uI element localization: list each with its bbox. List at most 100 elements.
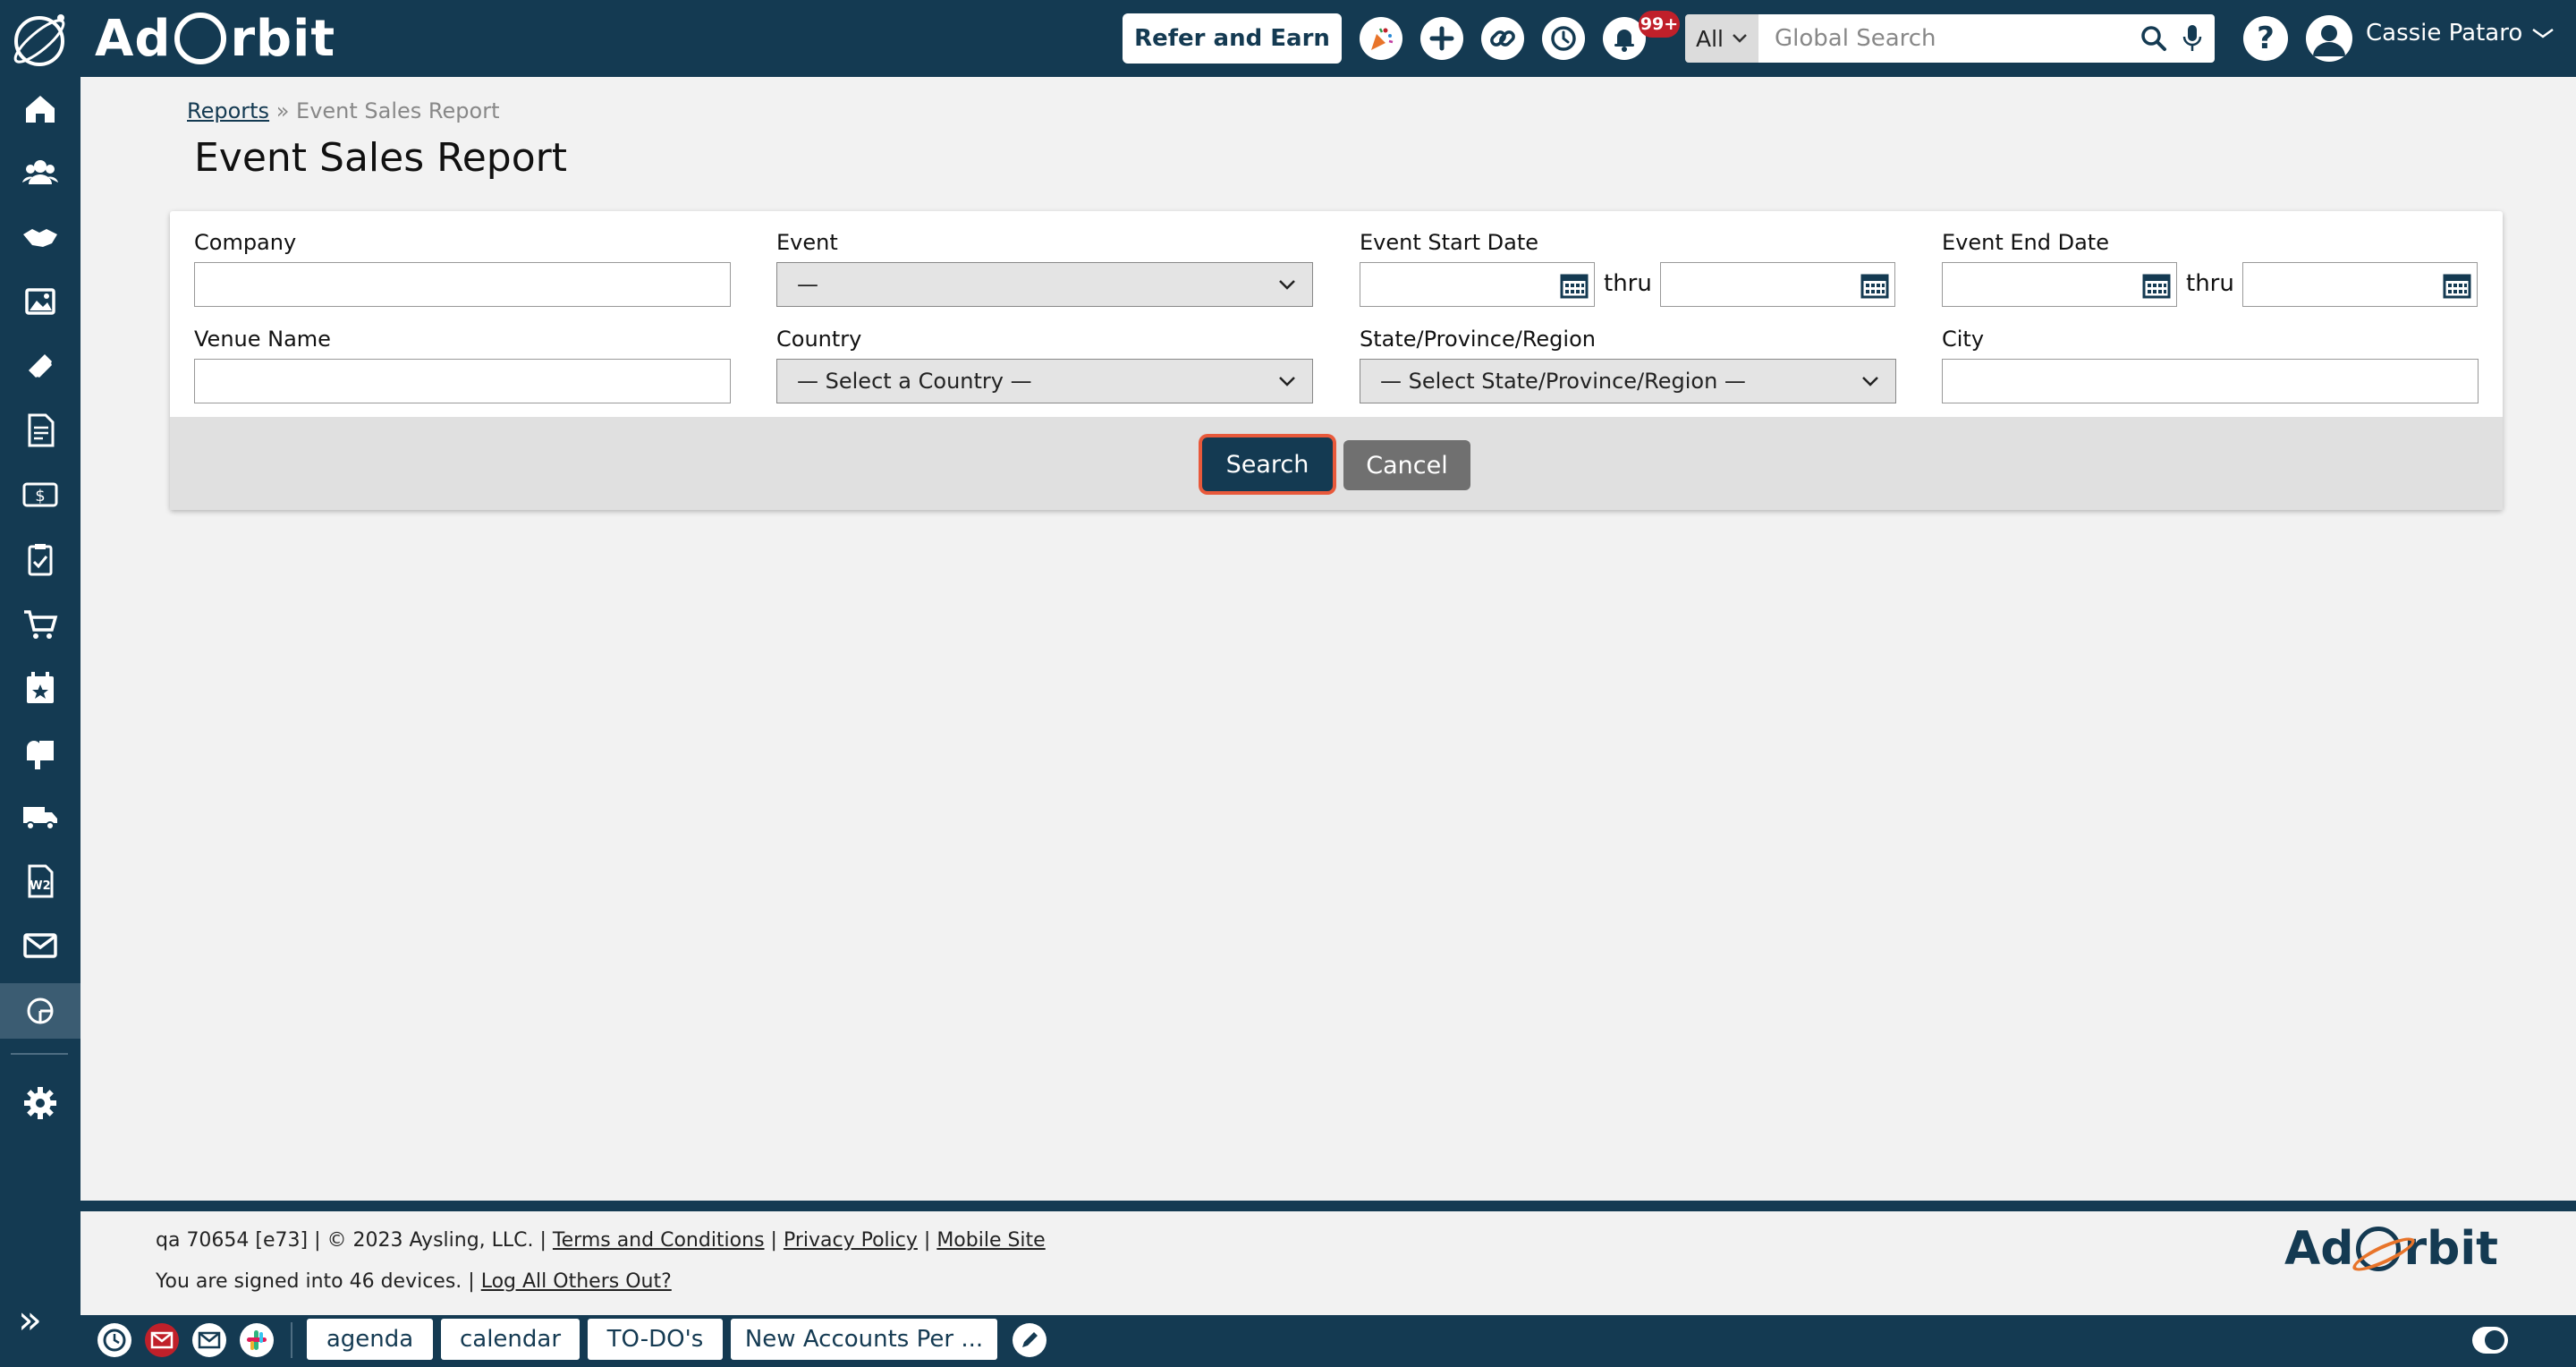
sidebar-item-contacts[interactable] xyxy=(0,146,80,200)
celebration-icon[interactable] xyxy=(1360,17,1402,60)
orbit-logo-icon[interactable] xyxy=(7,9,72,70)
city-input[interactable] xyxy=(1942,359,2479,403)
footer-links-line: qa 70654 [e73] | © 2023 Aysling, LLC. | … xyxy=(156,1229,1046,1252)
event-start-date-from-input[interactable] xyxy=(1360,262,1595,307)
cancel-button[interactable]: Cancel xyxy=(1343,440,1470,490)
form-actions-bar xyxy=(170,417,2503,510)
breadcrumb: Reports » Event Sales Report xyxy=(187,98,499,123)
microphone-icon[interactable] xyxy=(2181,23,2204,54)
search-icon[interactable] xyxy=(2140,24,2168,53)
state-select[interactable]: — Select State/Province/Region — xyxy=(1360,359,1896,403)
sidebar-item-tickets[interactable] xyxy=(0,339,80,393)
country-select-value: — Select a Country — xyxy=(797,369,1032,394)
link-icon[interactable] xyxy=(1481,17,1524,60)
edit-pencil-icon[interactable] xyxy=(1013,1323,1046,1357)
sidebar-item-reports[interactable] xyxy=(0,983,80,1039)
ticket-icon xyxy=(29,354,52,378)
add-icon[interactable] xyxy=(1420,17,1463,60)
search-button[interactable]: Search xyxy=(1202,437,1333,491)
sidebar-item-email[interactable] xyxy=(0,919,80,972)
taskbar-tab-agenda[interactable]: agenda xyxy=(307,1319,433,1360)
svg-text:W2: W2 xyxy=(30,879,50,893)
slack-icon[interactable] xyxy=(240,1323,274,1357)
breadcrumb-reports-link[interactable]: Reports xyxy=(187,98,269,123)
global-search-input[interactable] xyxy=(1775,16,2132,61)
company-input[interactable] xyxy=(194,262,731,307)
shopping-cart-icon xyxy=(24,610,58,639)
company-label: Company xyxy=(194,230,297,255)
privacy-link[interactable]: Privacy Policy xyxy=(784,1229,918,1252)
mail-alert-icon[interactable] xyxy=(145,1323,179,1357)
event-label: Event xyxy=(776,230,838,255)
thru-label: thru xyxy=(2186,270,2234,297)
calendar-icon[interactable] xyxy=(2443,272,2471,299)
page-footer: qa 70654 [e73] | © 2023 Aysling, LLC. | … xyxy=(80,1201,2576,1315)
taskbar-tab-new-accounts[interactable]: New Accounts Per ... xyxy=(731,1319,997,1360)
sidebar: $ W2 xyxy=(0,77,80,1367)
gear-icon xyxy=(24,1087,56,1119)
inbox-icon[interactable] xyxy=(192,1323,226,1357)
history-icon[interactable] xyxy=(1542,17,1585,60)
footer-brand-rbit: rbit xyxy=(2403,1222,2499,1276)
state-label: State/Province/Region xyxy=(1360,327,1596,352)
sidebar-item-deals[interactable] xyxy=(0,210,80,264)
footer-brand-logo: Ad rbit xyxy=(2284,1222,2498,1276)
venue-name-input[interactable] xyxy=(194,359,731,403)
event-select[interactable]: — xyxy=(776,262,1313,307)
sidebar-item-tasks[interactable] xyxy=(0,532,80,586)
refer-and-earn-button[interactable]: Refer and Earn xyxy=(1123,13,1342,64)
truck-icon xyxy=(23,807,57,830)
sidebar-item-w2[interactable]: W2 xyxy=(0,854,80,908)
footer-separator: | xyxy=(923,1229,931,1252)
theme-toggle[interactable] xyxy=(2472,1327,2508,1354)
sidebar-item-home[interactable] xyxy=(0,81,80,135)
sidebar-item-events[interactable] xyxy=(0,661,80,715)
mailbox-icon xyxy=(27,741,54,769)
footer-separator: | xyxy=(770,1229,777,1252)
country-select[interactable]: — Select a Country — xyxy=(776,359,1313,403)
taskbar-tab-calendar[interactable]: calendar xyxy=(441,1319,580,1360)
state-select-value: — Select State/Province/Region — xyxy=(1380,369,1746,394)
invoice-icon xyxy=(28,413,55,447)
event-end-date-thru-input[interactable] xyxy=(2242,262,2478,307)
sidebar-item-media[interactable] xyxy=(0,275,80,328)
event-start-date-label: Event Start Date xyxy=(1360,230,1539,255)
chevron-down-icon xyxy=(1862,377,1878,386)
calendar-icon[interactable] xyxy=(2142,272,2171,299)
home-icon xyxy=(26,96,55,123)
brand-text-rbit: rbit xyxy=(230,9,336,68)
user-menu[interactable]: Cassie Pataro xyxy=(2366,20,2555,47)
thru-label: thru xyxy=(1604,270,1652,297)
taskbar-tab-todos[interactable]: TO-DO's xyxy=(588,1319,723,1360)
notification-count-badge: 99+ xyxy=(1639,11,1680,38)
sidebar-item-delivery[interactable] xyxy=(0,790,80,844)
help-icon[interactable]: ? xyxy=(2243,16,2288,61)
expand-sidebar-icon[interactable]: » xyxy=(18,1297,42,1343)
devices-text: You are signed into 46 devices. | xyxy=(156,1270,475,1293)
calendar-icon[interactable] xyxy=(1860,272,1889,299)
mobile-site-link[interactable]: Mobile Site xyxy=(936,1229,1045,1252)
w2-document-icon: W2 xyxy=(28,864,54,898)
sidebar-item-distribution[interactable] xyxy=(0,726,80,779)
report-filter-panel: Company Event — Event Start Date thru Ev… xyxy=(170,211,2503,510)
event-start-date-thru-input[interactable] xyxy=(1660,262,1895,307)
sidebar-item-billing[interactable]: $ xyxy=(0,468,80,522)
event-end-date-from-input[interactable] xyxy=(1942,262,2177,307)
clock-icon[interactable] xyxy=(97,1323,131,1357)
calendar-icon[interactable] xyxy=(1560,272,1589,299)
brand-orbit-icon xyxy=(174,13,227,64)
sidebar-item-settings[interactable] xyxy=(0,1076,80,1130)
sidebar-item-invoices[interactable] xyxy=(0,403,80,457)
event-end-date-label: Event End Date xyxy=(1942,230,2109,255)
page-title: Event Sales Report xyxy=(194,135,567,181)
venue-name-label: Venue Name xyxy=(194,327,331,352)
sidebar-item-orders[interactable] xyxy=(0,597,80,650)
chevron-down-icon xyxy=(1279,280,1295,290)
logout-others-link[interactable]: Log All Others Out? xyxy=(481,1270,672,1293)
brand-logo[interactable]: Ad rbit xyxy=(95,9,335,68)
terms-link[interactable]: Terms and Conditions xyxy=(553,1229,765,1252)
taskbar-divider xyxy=(291,1322,292,1358)
user-avatar-icon[interactable] xyxy=(2306,15,2352,62)
footer-devices-line: You are signed into 46 devices. | Log Al… xyxy=(156,1270,672,1293)
search-scope-select[interactable]: All xyxy=(1685,14,1758,63)
